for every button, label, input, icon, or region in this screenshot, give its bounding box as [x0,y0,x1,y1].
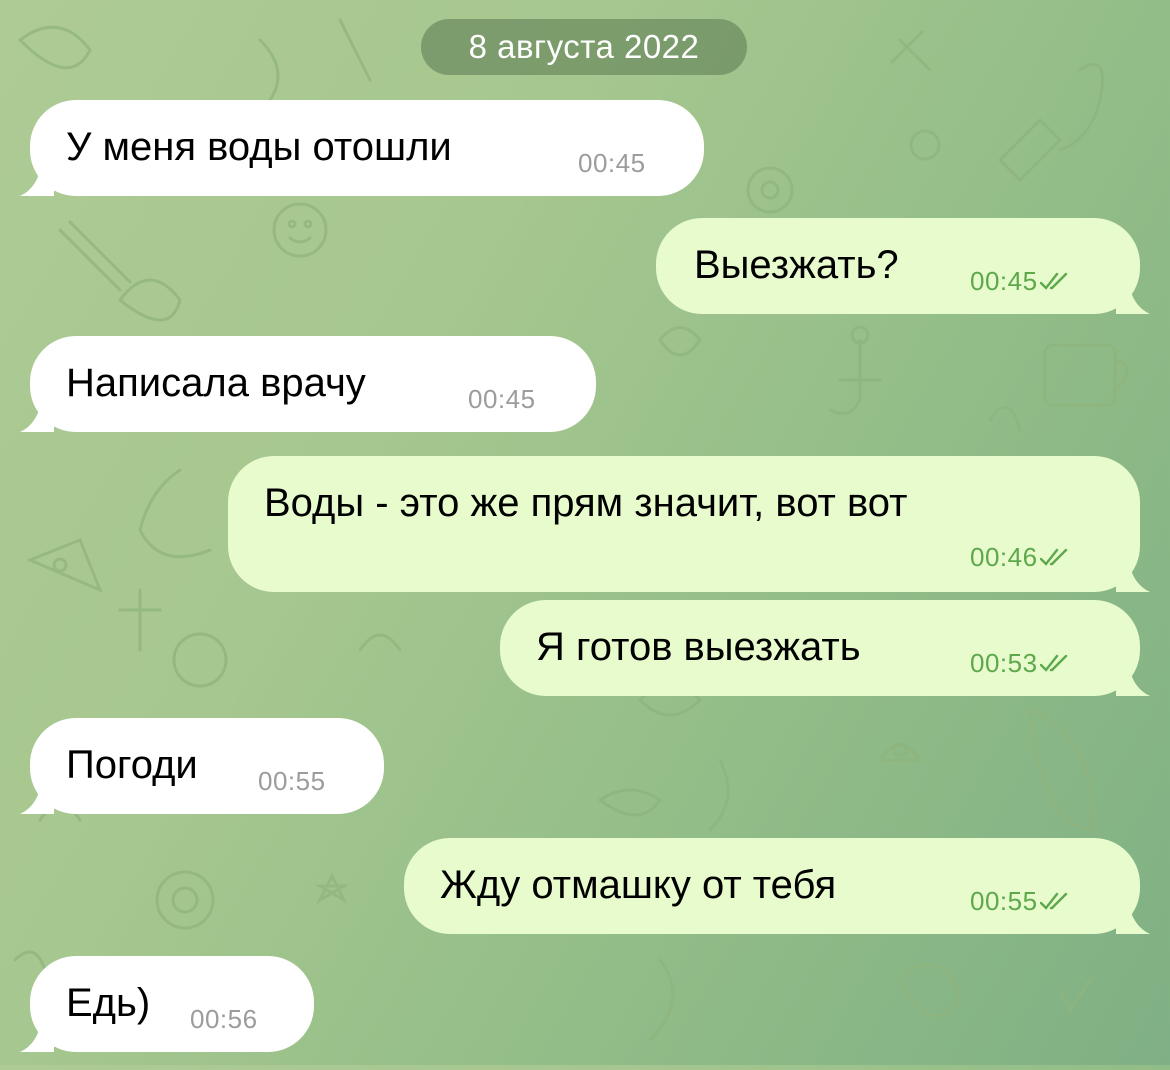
double-check-icon [1039,272,1067,290]
message-time: 00:46 [970,542,1038,572]
date-separator: 8 августа 2022 [421,19,747,75]
message-text: Погоди [66,743,198,787]
bubble-tail [1116,662,1150,696]
message-text: Воды - это же прям значит, вот вот [264,481,908,525]
double-check-icon [1039,548,1067,566]
bubble-tail [20,1018,54,1052]
message-meta: 00:46 [970,542,1068,573]
message-meta: 00:45 [970,266,1068,297]
message-time: 00:45 [578,148,646,178]
message-time: 00:56 [190,1004,258,1034]
message-text: Выезжать? [694,243,899,287]
message-meta: 00:53 [970,648,1068,679]
bubble-tail [1116,558,1150,592]
message-text: Я готов выезжать [536,625,861,669]
message-meta: 00:55 [970,886,1068,917]
outgoing-message[interactable]: Жду отмашку от тебя 00:55 [404,838,1150,934]
bubble-tail [20,162,54,196]
double-check-icon [1039,892,1067,910]
double-check-icon [1039,654,1067,672]
message-time: 00:45 [468,384,536,414]
message-text: Жду отмашку от тебя [440,863,837,907]
bubble-tail [1116,900,1150,934]
message-time: 00:53 [970,648,1038,678]
incoming-message[interactable]: Едь) 00:56 [20,956,314,1052]
incoming-message[interactable]: Погоди 00:55 [20,718,384,814]
message-time: 00:45 [970,266,1038,296]
bubble-tail [20,398,54,432]
message-time: 00:55 [258,766,326,796]
incoming-message[interactable]: Написала врачу 00:45 [20,336,596,432]
message-text: Едь) [66,981,151,1025]
outgoing-message[interactable]: Я готов выезжать 00:53 [500,600,1150,696]
incoming-message[interactable]: У меня воды отошли 00:45 [20,100,704,196]
bubble-tail [1116,280,1150,314]
outgoing-message[interactable]: Выезжать? 00:45 [656,218,1150,314]
message-text: У меня воды отошли [66,125,452,169]
message-time: 00:55 [970,886,1038,916]
outgoing-message[interactable]: Воды - это же прям значит, вот вот 00:46 [228,456,1150,592]
message-text: Написала врачу [66,361,366,405]
bubble-tail [20,780,54,814]
